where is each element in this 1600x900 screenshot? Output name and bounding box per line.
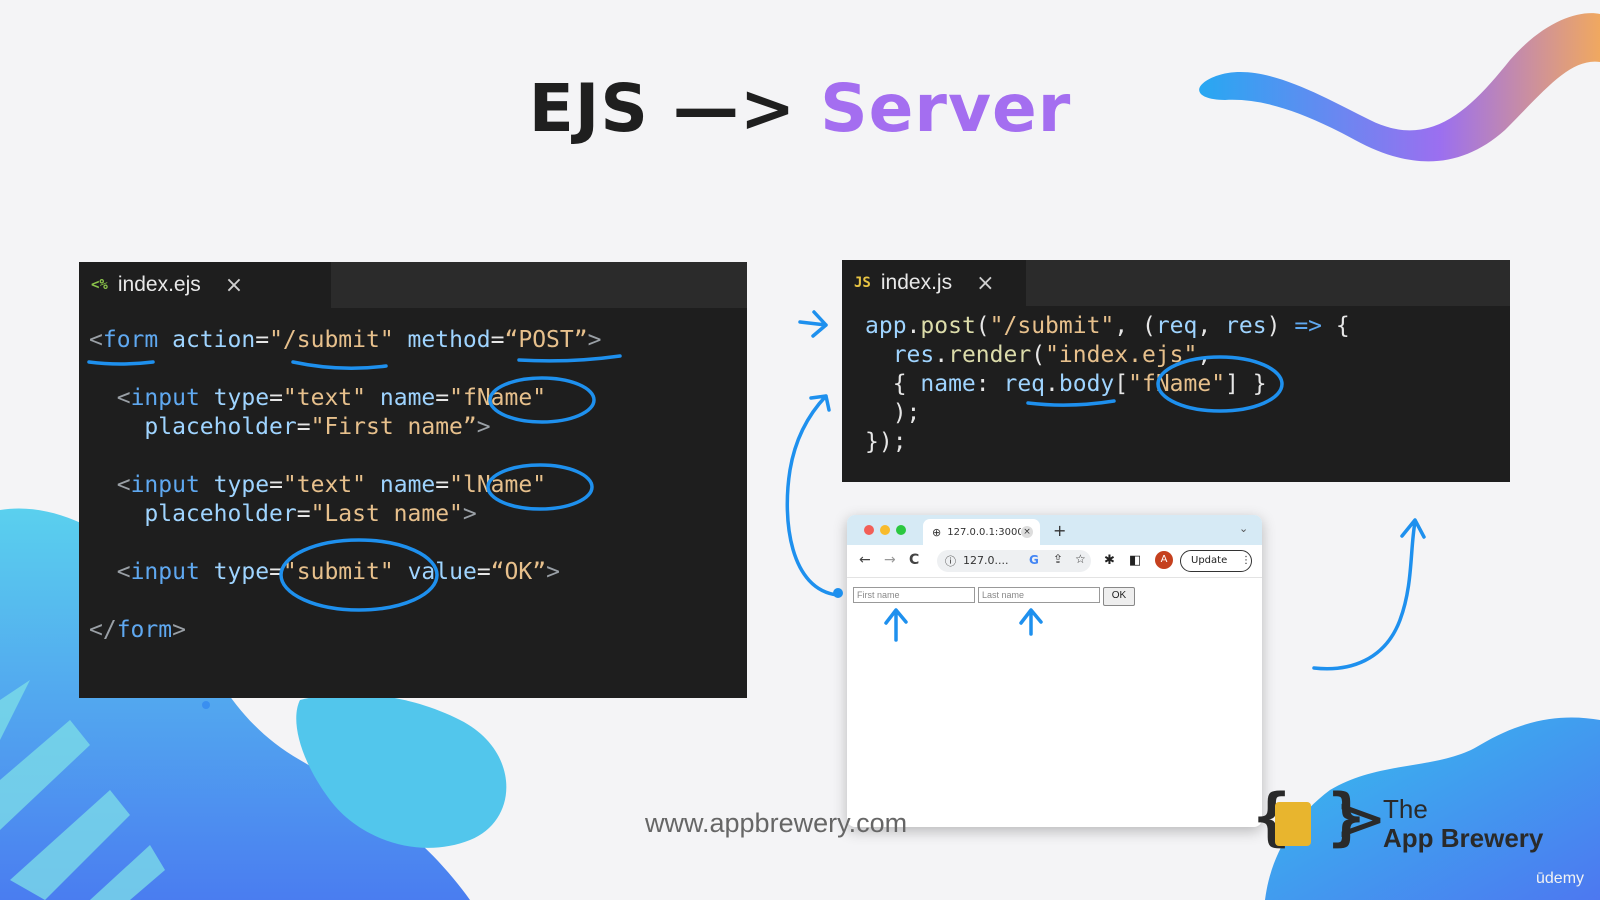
underline-action (291, 360, 388, 370)
arrow-first-name (884, 608, 908, 642)
underline-method (517, 354, 622, 363)
brand-line-1: The (1383, 794, 1428, 824)
underline-form (87, 360, 155, 366)
underline-req-body (1026, 399, 1116, 407)
arrow-into-js (798, 310, 828, 338)
brand-line-2: App Brewery (1383, 823, 1544, 853)
circle-fname-js (1156, 355, 1284, 413)
circle-fname-ejs (488, 376, 596, 424)
arrow-right-curve (1312, 518, 1426, 671)
arrow-start-dot (833, 588, 843, 598)
beer-glass-icon (1275, 802, 1311, 846)
udemy-watermark: ūdemy (1536, 870, 1585, 887)
website-watermark: www.appbrewery.com (645, 808, 908, 838)
annotation-layer (87, 310, 1426, 671)
app-brewery-logo: { } > The App Brewery (1253, 780, 1563, 866)
arrow-browser-to-js (785, 394, 840, 597)
circle-lname-ejs (486, 463, 594, 511)
arrow-last-name (1019, 608, 1043, 636)
circle-submit (279, 538, 439, 612)
chevron-right-icon: > (1335, 782, 1387, 855)
